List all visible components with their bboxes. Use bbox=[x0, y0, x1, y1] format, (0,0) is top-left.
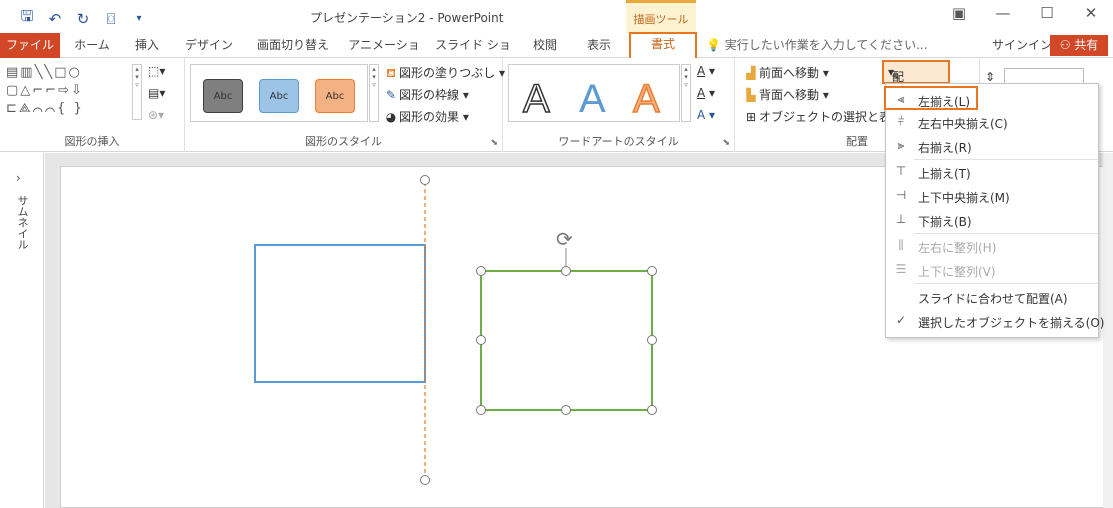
guide-bottom-handle[interactable] bbox=[420, 475, 430, 485]
resize-handle[interactable] bbox=[561, 266, 571, 276]
menu-item-align-left[interactable]: ⫷ 左揃え(L) bbox=[884, 86, 978, 110]
menu-item-align-center[interactable]: ⫩ 左右中央揃え(C) bbox=[886, 110, 1098, 134]
align-right-icon: ⫸ bbox=[897, 138, 905, 152]
menu-separator bbox=[914, 283, 1098, 284]
resize-handle[interactable] bbox=[476, 266, 486, 276]
resize-handle[interactable] bbox=[476, 335, 486, 345]
guide-top-handle[interactable] bbox=[420, 175, 430, 185]
menu-item-distribute-vertically: ☰ 上下に整列(V) bbox=[886, 258, 1098, 282]
resize-handle[interactable] bbox=[647, 405, 657, 415]
green-rectangle[interactable] bbox=[480, 270, 653, 411]
resize-handle[interactable] bbox=[561, 405, 571, 415]
menu-item-align-right[interactable]: ⫸ 右揃え(R) bbox=[886, 134, 1098, 158]
menu-item-align-top[interactable]: ⊤ 上揃え(T) bbox=[886, 160, 1098, 184]
resize-handle[interactable] bbox=[647, 266, 657, 276]
blue-rectangle[interactable] bbox=[254, 244, 426, 383]
align-left-icon: ⫷ bbox=[897, 92, 905, 106]
menu-item-align-bottom[interactable]: ⊥ 下揃え(B) bbox=[886, 208, 1098, 232]
align-middle-icon: ⊣ bbox=[895, 188, 907, 202]
rotate-handle-icon[interactable]: ⟳ bbox=[556, 227, 573, 251]
align-bottom-icon: ⊥ bbox=[895, 212, 907, 226]
menu-item-distribute-horizontally: ⫼ 左右に整列(H) bbox=[886, 234, 1098, 258]
distribute-vertical-icon: ☰ bbox=[895, 262, 907, 276]
menu-item-align-middle[interactable]: ⊣ 上下中央揃え(M) bbox=[886, 184, 1098, 208]
checkmark-icon: ✓ bbox=[895, 313, 907, 327]
align-top-icon: ⊤ bbox=[895, 164, 907, 178]
vertical-scrollbar[interactable] bbox=[1103, 153, 1113, 508]
distribute-horizontal-icon: ⫼ bbox=[898, 238, 904, 252]
align-center-icon: ⫩ bbox=[897, 114, 905, 128]
resize-handle[interactable] bbox=[647, 335, 657, 345]
align-dropdown-menu: ⫷ 左揃え(L) ⫩ 左右中央揃え(C) ⫸ 右揃え(R) ⊤ 上揃え(T) ⊣… bbox=[884, 83, 1104, 338]
menu-item-align-to-slide[interactable]: スライドに合わせて配置(A) bbox=[886, 285, 1098, 309]
menu-item-align-selected-objects[interactable]: ✓ 選択したオブジェクトを揃える(O) bbox=[886, 309, 1104, 333]
resize-handle[interactable] bbox=[476, 405, 486, 415]
